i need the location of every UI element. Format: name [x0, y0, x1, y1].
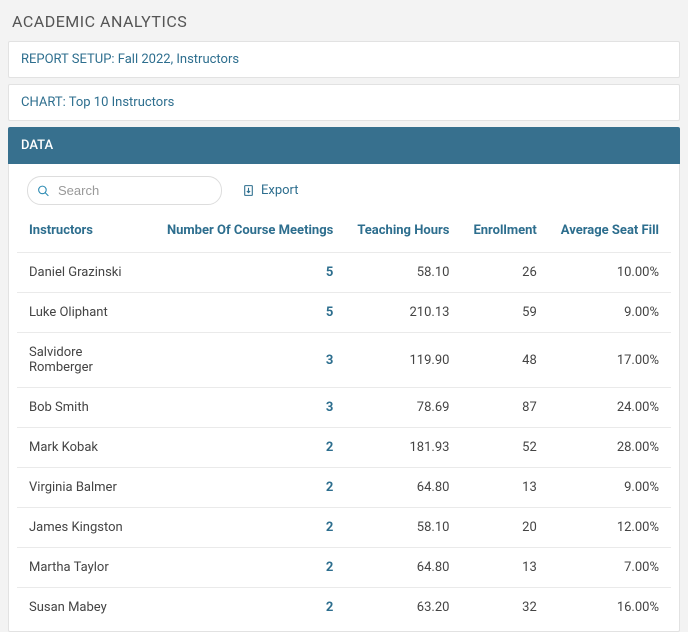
cell-instructor: James Kingston [17, 508, 155, 548]
report-setup-link[interactable]: REPORT SETUP: Fall 2022, Instructors [8, 41, 680, 78]
cell-seatfill: 28.00% [549, 428, 671, 468]
cell-enrollment: 13 [461, 468, 548, 508]
cell-meetings: 2 [155, 428, 345, 468]
cell-meetings: 2 [155, 508, 345, 548]
export-button[interactable]: Export [242, 183, 299, 198]
cell-seatfill: 7.00% [549, 548, 671, 588]
cell-hours: 119.90 [345, 333, 461, 388]
table-row[interactable]: Bob Smith378.698724.00% [17, 388, 671, 428]
cell-enrollment: 59 [461, 293, 548, 333]
cell-seatfill: 12.00% [549, 508, 671, 548]
table-row[interactable]: Susan Mabey263.203216.00% [17, 588, 671, 628]
cell-enrollment: 13 [461, 548, 548, 588]
cell-hours: 64.80 [345, 468, 461, 508]
cell-seatfill: 17.00% [549, 333, 671, 388]
table-row[interactable]: Mark Kobak2181.935228.00% [17, 428, 671, 468]
cell-meetings: 3 [155, 333, 345, 388]
cell-enrollment: 20 [461, 508, 548, 548]
cell-hours: 58.10 [345, 508, 461, 548]
col-enrollment[interactable]: Enrollment [461, 213, 548, 253]
col-hours[interactable]: Teaching Hours [345, 213, 461, 253]
table-row[interactable]: Martha Taylor264.80137.00% [17, 548, 671, 588]
cell-seatfill: 16.00% [549, 588, 671, 628]
cell-meetings: 3 [155, 388, 345, 428]
cell-instructor: Martha Taylor [17, 548, 155, 588]
table-row[interactable]: Daniel Grazinski558.102610.00% [17, 253, 671, 293]
cell-instructor: Daniel Grazinski [17, 253, 155, 293]
cell-hours: 58.10 [345, 253, 461, 293]
cell-instructor: Susan Mabey [17, 588, 155, 628]
cell-enrollment: 52 [461, 428, 548, 468]
table-row[interactable]: Luke Oliphant5210.13599.00% [17, 293, 671, 333]
cell-meetings: 2 [155, 588, 345, 628]
cell-hours: 64.80 [345, 548, 461, 588]
search-wrap [27, 176, 222, 205]
cell-instructor: Mark Kobak [17, 428, 155, 468]
cell-meetings: 2 [155, 468, 345, 508]
col-meetings[interactable]: Number Of Course Meetings [155, 213, 345, 253]
cell-seatfill: 24.00% [549, 388, 671, 428]
search-input[interactable] [27, 176, 222, 205]
export-label: Export [261, 183, 299, 198]
cell-seatfill: 9.00% [549, 468, 671, 508]
cell-seatfill: 10.00% [549, 253, 671, 293]
export-icon [242, 184, 255, 197]
col-seatfill[interactable]: Average Seat Fill [549, 213, 671, 253]
table-row[interactable]: Salvidore Romberger3119.904817.00% [17, 333, 671, 388]
data-panel: Export Instructors Number Of Course Meet… [8, 164, 680, 632]
cell-hours: 181.93 [345, 428, 461, 468]
cell-enrollment: 32 [461, 588, 548, 628]
cell-meetings: 5 [155, 293, 345, 333]
cell-hours: 63.20 [345, 588, 461, 628]
chart-link[interactable]: CHART: Top 10 Instructors [8, 84, 680, 121]
table-row[interactable]: James Kingston258.102012.00% [17, 508, 671, 548]
cell-instructor: Bob Smith [17, 388, 155, 428]
data-section-header[interactable]: DATA [8, 127, 680, 164]
cell-instructor: Luke Oliphant [17, 293, 155, 333]
cell-instructor: Virginia Balmer [17, 468, 155, 508]
cell-seatfill: 9.00% [549, 293, 671, 333]
col-instructors[interactable]: Instructors [17, 213, 155, 253]
page-title: ACADEMIC ANALYTICS [8, 6, 680, 41]
cell-enrollment: 87 [461, 388, 548, 428]
cell-instructor: Salvidore Romberger [17, 333, 155, 388]
cell-enrollment: 26 [461, 253, 548, 293]
cell-meetings: 5 [155, 253, 345, 293]
table-row[interactable]: Virginia Balmer264.80139.00% [17, 468, 671, 508]
cell-hours: 210.13 [345, 293, 461, 333]
search-icon [37, 184, 50, 197]
cell-hours: 78.69 [345, 388, 461, 428]
data-table: Instructors Number Of Course Meetings Te… [17, 213, 671, 627]
cell-enrollment: 48 [461, 333, 548, 388]
cell-meetings: 2 [155, 548, 345, 588]
